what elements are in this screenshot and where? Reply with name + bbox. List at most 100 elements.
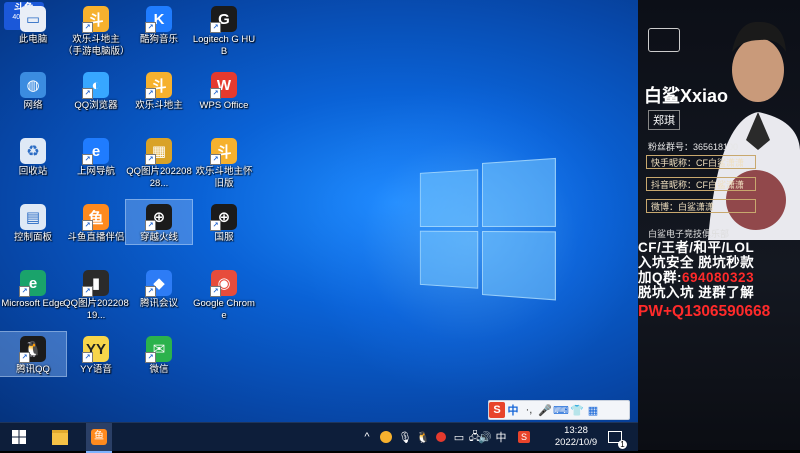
desktop-shortcut-label: 欢乐斗地主 bbox=[135, 100, 183, 111]
desktop-shortcut-13[interactable]: 鱼 ↗ 斗鱼直播伴侣 bbox=[63, 200, 129, 244]
display-tray-icon[interactable]: ▭ bbox=[452, 423, 466, 451]
skin-icon[interactable]: 👕 bbox=[569, 402, 585, 418]
toolbox-icon[interactable]: ▦ bbox=[585, 402, 601, 418]
desktop-shortcut-12[interactable]: ▤ 控制面板 bbox=[0, 200, 66, 244]
shortcut-arrow-icon: ↗ bbox=[145, 352, 156, 363]
folder-icon bbox=[52, 429, 68, 445]
weibo-nickname: 微博：白鲨潇潇 bbox=[646, 199, 756, 213]
shortcut-arrow-icon: ↗ bbox=[82, 22, 93, 33]
punctuation-toggle[interactable]: ·, bbox=[521, 402, 537, 418]
clock-date: 2022/10/9 bbox=[554, 437, 598, 448]
promo-line-2: 入坑安全 脱坑秒款 bbox=[638, 255, 755, 270]
desktop-shortcut-label: 腾讯QQ bbox=[16, 364, 50, 375]
notification-center-button[interactable]: 1 bbox=[604, 423, 627, 451]
shortcut-arrow-icon: ↗ bbox=[210, 88, 221, 99]
landlord-game-icon: 斗 ↗ bbox=[82, 6, 109, 33]
tray-app-icon[interactable] bbox=[378, 423, 394, 451]
desktop-shortcut-7[interactable]: W ↗ WPS Office bbox=[191, 68, 257, 112]
qq-tray-icon[interactable]: 🐧 bbox=[416, 423, 430, 451]
desktop-shortcut-14[interactable]: ⊕ ↗ 穿越火线 bbox=[125, 199, 193, 245]
douyin-nickname: 抖音昵称：CF白鲨潇潇 bbox=[646, 177, 756, 191]
microphone-icon[interactable]: 🎤 bbox=[537, 402, 553, 418]
chrome-icon: ◉ ↗ bbox=[210, 270, 237, 297]
taskbar-douyu-app[interactable]: 鱼 bbox=[86, 423, 112, 453]
streamer-real-name: 郑琪 bbox=[648, 110, 680, 130]
desktop-shortcut-11[interactable]: 斗 ↗ 欢乐斗地主怀旧版 bbox=[191, 134, 257, 190]
desktop-shortcut-label: 欢乐斗地主怀旧版 bbox=[195, 166, 253, 189]
promo-line-3: 加Q群:694080323 bbox=[638, 270, 800, 285]
desktop-shortcut-15[interactable]: ⊕ ↗ 国服 bbox=[191, 200, 257, 244]
recycle-bin-icon: ♻ bbox=[20, 138, 46, 164]
desktop-shortcut-16[interactable]: e ↗ Microsoft Edge bbox=[0, 266, 66, 310]
desktop-shortcut-2[interactable]: K ↗ 酷狗音乐 bbox=[126, 2, 192, 46]
image-file-icon: ▮ ↗ bbox=[82, 270, 109, 297]
start-button[interactable] bbox=[8, 423, 30, 451]
desktop-shortcut-label: 国服 bbox=[214, 232, 234, 243]
desktop-shortcut-3[interactable]: G ↗ Logitech G HUB bbox=[191, 2, 257, 58]
qq-icon: 🐧 ↗ bbox=[19, 336, 46, 363]
desktop-shortcut-5[interactable]: ◐ ↗ QQ浏览器 bbox=[63, 68, 129, 112]
shortcut-arrow-icon: ↗ bbox=[82, 220, 93, 231]
tray-app-icon-2[interactable] bbox=[434, 423, 448, 451]
team-logo bbox=[648, 28, 680, 52]
shortcut-arrow-icon: ↗ bbox=[145, 22, 156, 33]
keyboard-icon[interactable]: ⌨ bbox=[553, 402, 569, 418]
desktop-shortcut-1[interactable]: 斗 ↗ 欢乐斗地主（手游电脑版） bbox=[63, 2, 130, 58]
desktop-shortcut-label: WPS Office bbox=[199, 100, 249, 111]
desktop-shortcut-17[interactable]: ▮ ↗ QQ图片20220819... bbox=[63, 266, 129, 322]
club-name: 白鲨电子竞技俱乐部 bbox=[648, 229, 730, 239]
douyu-companion-icon: 鱼 bbox=[91, 429, 107, 445]
shortcut-arrow-icon: ↗ bbox=[82, 352, 93, 363]
streamer-name: 白鲨Xxiao bbox=[644, 86, 729, 106]
ime-mode-toggle[interactable]: 中 bbox=[505, 402, 521, 418]
desktop-shortcut-label: QQ浏览器 bbox=[74, 100, 118, 111]
desktop-shortcut-10[interactable]: ▦ ↗ QQ图片20220828... bbox=[126, 134, 192, 190]
ime-language-indicator[interactable]: 中 bbox=[494, 423, 508, 451]
desktop[interactable]: 斗鱼 401445 ▭此电脑斗↗欢乐斗地主（手游电脑版）K↗酷狗音乐G↗Logi… bbox=[0, 0, 638, 422]
shortcut-arrow-icon: ↗ bbox=[210, 220, 221, 231]
desktop-shortcut-label: 回收站 bbox=[18, 166, 48, 177]
ime-toolbar[interactable]: S 中 ·, 🎤 ⌨ 👕 ▦ bbox=[488, 400, 630, 420]
show-hidden-icons-button[interactable]: ^ bbox=[360, 423, 374, 451]
sogou-tray-icon[interactable]: S bbox=[516, 423, 532, 451]
microphone-tray-icon[interactable]: 🎙 bbox=[398, 423, 412, 451]
fans-group-number: 粉丝群号：365618100 bbox=[648, 142, 739, 152]
stream-overlay-panel: 白鲨Xxiao 郑琪 粉丝群号：365618100 快手昵称：CF白鲨潇潇 抖音… bbox=[638, 0, 800, 450]
desktop-shortcut-label: 微信 bbox=[149, 364, 169, 375]
volume-tray-icon[interactable]: 🔊 bbox=[478, 423, 492, 451]
desktop-shortcut-label: Google Chrome bbox=[193, 298, 255, 321]
desktop-shortcut-20[interactable]: 🐧 ↗ 腾讯QQ bbox=[0, 331, 67, 377]
tencent-meeting-icon: ◆ ↗ bbox=[145, 270, 172, 297]
kuaishou-nickname: 快手昵称：CF白鲨潇潇 bbox=[646, 155, 756, 169]
qq-browser-icon: ◐ ↗ bbox=[82, 72, 109, 99]
windows-wallpaper-logo bbox=[419, 157, 556, 301]
shortcut-arrow-icon: ↗ bbox=[145, 154, 156, 165]
shortcut-arrow-icon: ↗ bbox=[82, 154, 93, 165]
notification-icon: 1 bbox=[608, 431, 627, 449]
web-nav-icon: e ↗ bbox=[82, 138, 109, 165]
system-clock[interactable]: 13:28 2022/10/9 bbox=[546, 425, 606, 449]
network-icon: ◍ bbox=[20, 72, 46, 98]
desktop-shortcut-9[interactable]: e ↗ 上网导航 bbox=[63, 134, 129, 178]
desktop-shortcut-label: 此电脑 bbox=[18, 34, 48, 45]
desktop-shortcut-6[interactable]: 斗 ↗ 欢乐斗地主 bbox=[126, 68, 192, 112]
shortcut-arrow-icon: ↗ bbox=[145, 88, 156, 99]
desktop-shortcut-8[interactable]: ♻ 回收站 bbox=[0, 134, 66, 178]
desktop-shortcut-22[interactable]: ✉ ↗ 微信 bbox=[126, 332, 192, 376]
desktop-shortcut-4[interactable]: ◍ 网络 bbox=[0, 68, 66, 112]
desktop-shortcut-label: Logitech G HUB bbox=[192, 34, 256, 57]
promo-line-1: CF/王者/和平/LOL bbox=[638, 240, 755, 255]
shortcut-arrow-icon: ↗ bbox=[210, 154, 221, 165]
desktop-shortcut-18[interactable]: ◆ ↗ 腾讯会议 bbox=[126, 266, 192, 310]
shortcut-arrow-icon: ↗ bbox=[145, 220, 156, 231]
edge-icon: e ↗ bbox=[19, 270, 46, 297]
file-explorer-button[interactable] bbox=[46, 423, 74, 451]
wps-office-icon: W ↗ bbox=[210, 72, 237, 99]
desktop-shortcut-19[interactable]: ◉ ↗ Google Chrome bbox=[191, 266, 257, 322]
sogou-ime-icon[interactable]: S bbox=[489, 402, 505, 418]
desktop-shortcut-label: QQ图片20220819... bbox=[63, 298, 129, 321]
wechat-icon: ✉ ↗ bbox=[145, 336, 172, 363]
image-file-icon: ▦ ↗ bbox=[145, 138, 172, 165]
desktop-shortcut-21[interactable]: YY ↗ YY语音 bbox=[63, 332, 129, 376]
desktop-shortcut-0[interactable]: ▭ 此电脑 bbox=[0, 2, 66, 46]
